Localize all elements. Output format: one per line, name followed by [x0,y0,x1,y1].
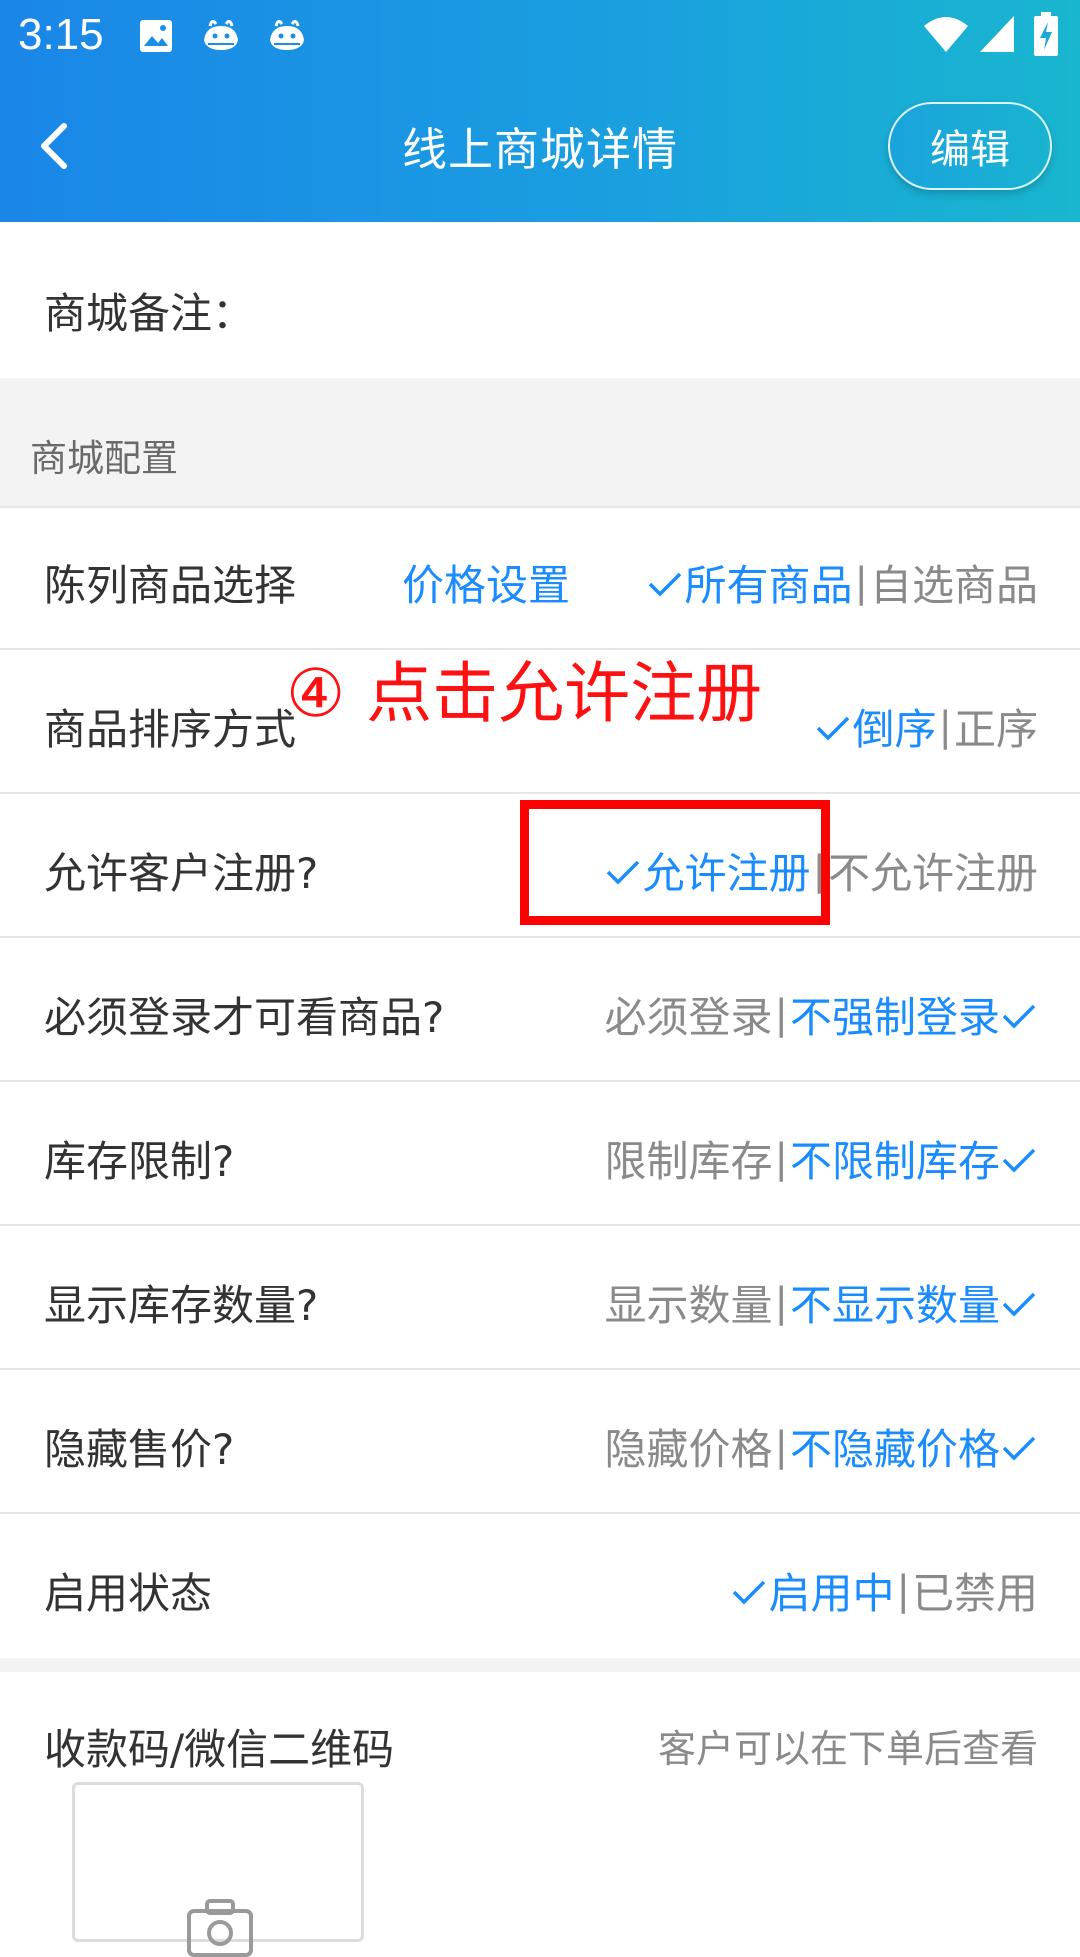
login-row: 必须登录才可看商品? 必须登录 | 不强制登录 [0,940,1080,1082]
stock-show-row: 显示库存数量? 显示数量 | 不显示数量 [0,1228,1080,1370]
signal-icon [980,16,1014,52]
check-icon [1000,996,1038,1034]
option-desc[interactable]: 倒序 [852,696,936,757]
display-goods-label: 陈列商品选择 [44,561,297,610]
battery-charging-icon [1034,12,1058,56]
option-all-goods[interactable]: 所有商品 [684,552,852,613]
stock-show-label: 显示库存数量? [44,1281,319,1330]
option-must-login[interactable]: 必须登录 [604,984,772,1045]
divider: | [774,1423,788,1470]
status-bar: 3:15 [0,0,1080,76]
check-icon [1000,1428,1038,1466]
divider: | [774,1135,788,1182]
stock-limit-label: 库存限制? [44,1137,235,1186]
option-limit-stock[interactable]: 限制库存 [604,1128,772,1189]
app-whale-icon [270,19,304,50]
divider: | [774,991,788,1038]
check-icon [814,708,852,746]
enabled-options: 启用中 | 已禁用 [730,1560,1038,1621]
option-show-price[interactable]: 不隐藏价格 [790,1416,1000,1477]
divider: | [774,1279,788,1326]
display-goods-row: 陈列商品选择 价格设置 所有商品 | 自选商品 [0,508,1080,650]
status-time: 3:15 [18,10,104,59]
section-gap [0,1658,1080,1672]
login-label: 必须登录才可看商品? [44,993,445,1042]
price-settings-link[interactable]: 价格设置 [402,552,570,613]
display-goods-options: 所有商品 | 自选商品 [646,552,1038,613]
option-no-limit-stock[interactable]: 不限制库存 [790,1128,1000,1189]
wifi-icon [924,17,968,52]
hide-price-row: 隐藏售价? 隐藏价格 | 不隐藏价格 [0,1372,1080,1514]
enabled-row: 启用状态 启用中 | 已禁用 [0,1516,1080,1658]
divider: | [938,703,952,750]
section-title: 商城配置 [30,437,178,480]
option-enabled[interactable]: 启用中 [768,1560,894,1621]
qr-upload-box[interactable] [72,1782,364,1957]
option-hide-qty[interactable]: 不显示数量 [790,1272,1000,1333]
edit-button[interactable]: 编辑 [888,102,1052,190]
section-header: 商城配置 [0,378,1080,508]
check-icon [1000,1284,1038,1322]
image-icon [140,20,172,52]
remark-row: 商城备注： [0,232,1080,378]
stock-limit-options: 限制库存 | 不限制库存 [604,1128,1038,1189]
app-whale-icon [204,19,238,50]
annotation-text: ④ 点击允许注册 [286,655,763,732]
option-disabled[interactable]: 已禁用 [912,1560,1038,1621]
login-options: 必须登录 | 不强制登录 [604,984,1038,1045]
check-icon [646,564,684,602]
divider: | [854,559,868,606]
hide-price-label: 隐藏售价? [44,1425,235,1474]
option-disallow-register[interactable]: 不允许注册 [828,840,1038,901]
camera-icon [187,1899,253,1957]
option-asc[interactable]: 正序 [954,696,1038,757]
option-selected-goods[interactable]: 自选商品 [870,552,1038,613]
option-hide-price[interactable]: 隐藏价格 [604,1416,772,1477]
check-icon [730,1572,768,1610]
app-bar: 3:15 线上商城详情 编辑 [0,0,1080,222]
payment-label: 收款码/微信二维码 [44,1725,395,1774]
stock-limit-row: 库存限制? 限制库存 | 不限制库存 [0,1084,1080,1226]
sort-label: 商品排序方式 [44,705,297,754]
option-no-force-login[interactable]: 不强制登录 [790,984,1000,1045]
register-label: 允许客户注册? [44,849,319,898]
check-icon [1000,1140,1038,1178]
divider: | [896,1567,910,1614]
option-show-qty[interactable]: 显示数量 [604,1272,772,1333]
sort-options: 倒序 | 正序 [814,696,1038,757]
highlight-box [520,800,830,925]
hide-price-options: 隐藏价格 | 不隐藏价格 [604,1416,1038,1477]
stock-show-options: 显示数量 | 不显示数量 [604,1272,1038,1333]
enabled-label: 启用状态 [44,1569,213,1618]
payment-hint: 客户可以在下单后查看 [657,1727,1038,1771]
remark-label: 商城备注： [44,289,255,338]
